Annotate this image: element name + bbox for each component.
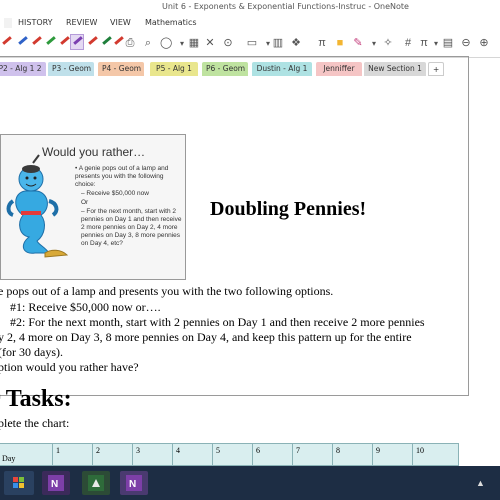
pen-red-icon[interactable] <box>60 36 70 45</box>
tasks-instruction: plete the chart: <box>0 416 70 430</box>
title-bar: Unit 6 - Exponents & Exponential Functio… <box>0 0 500 16</box>
pi-icon[interactable]: π <box>316 37 328 50</box>
onenote-icon: N <box>126 475 142 491</box>
pen-green-icon[interactable] <box>46 36 56 45</box>
genie-illustration <box>6 154 69 258</box>
table-cell[interactable]: 6 <box>252 443 293 466</box>
onenote-taskbar-icon[interactable]: N <box>42 471 70 495</box>
table-row-label: Day <box>0 443 53 466</box>
body-line: e pops out of a lamp and presents you wi… <box>0 284 334 298</box>
slide-bullets: • A genie pops out of a lamp and present… <box>75 165 183 249</box>
screen-clip-icon[interactable]: ▤ <box>442 37 454 50</box>
zoom-out-icon[interactable]: ⊖ <box>460 37 472 50</box>
pen-red-icon[interactable] <box>88 36 98 45</box>
windows-logo-icon <box>13 477 24 488</box>
svg-text:N: N <box>129 479 136 490</box>
onenote-taskbar-icon-active[interactable]: N <box>120 471 148 495</box>
highlighter-icon[interactable]: ■ <box>334 37 346 50</box>
table-cell[interactable]: 1 <box>52 443 93 466</box>
dropdown-chevron-icon[interactable]: ▾ <box>368 37 380 50</box>
slide-bullet: • A genie pops out of a lamp and present… <box>75 165 169 188</box>
slide-bullet: Or <box>81 199 89 206</box>
more-icon[interactable]: ✧ <box>382 37 394 50</box>
ribbon-menu: HISTORY REVIEW VIEW Mathematics <box>0 16 500 30</box>
table-cell[interactable]: 10 <box>412 443 459 466</box>
zoom-in-icon[interactable]: ⊕ <box>478 37 490 50</box>
screen-recorder-icon <box>88 475 104 491</box>
menu-mathematics[interactable]: Mathematics <box>145 18 197 27</box>
window-title: Unit 6 - Exponents & Exponential Functio… <box>162 2 409 11</box>
equation-icon[interactable]: π <box>418 37 430 50</box>
menu-history[interactable]: HISTORY <box>18 18 53 27</box>
page-heading: Doubling Pennies! <box>210 198 367 220</box>
table-cell[interactable]: 3 <box>132 443 173 466</box>
color-palette-icon[interactable]: ❖ <box>290 37 302 50</box>
body-line: (for 30 days). <box>0 345 63 359</box>
menu-review[interactable]: REVIEW <box>66 18 97 27</box>
table-cell[interactable]: 9 <box>372 443 413 466</box>
body-line: #2: For the next month, start with 2 pen… <box>10 315 425 329</box>
windows-taskbar: N N ▲ <box>0 466 500 500</box>
delete-icon[interactable]: ✕ <box>204 37 216 50</box>
table-cell[interactable]: 5 <box>212 443 253 466</box>
pen-red-icon[interactable] <box>2 36 12 45</box>
pen-red-icon[interactable] <box>114 36 124 45</box>
table-cell[interactable]: 8 <box>332 443 373 466</box>
print-icon[interactable]: ⎙ <box>124 37 136 50</box>
table-cell[interactable]: 7 <box>292 443 333 466</box>
pen-darkgreen-icon[interactable] <box>102 36 112 45</box>
table-cell[interactable]: 2 <box>92 443 133 466</box>
table-icon[interactable]: ▦ <box>188 37 200 50</box>
box-icon[interactable]: ▭ <box>246 37 258 50</box>
ruler-icon[interactable]: ▥ <box>272 37 284 50</box>
grid-icon[interactable]: # <box>402 37 414 50</box>
pen-blue-icon[interactable] <box>18 36 28 45</box>
app-taskbar-icon[interactable] <box>82 471 110 495</box>
marker-icon[interactable]: ✎ <box>352 37 364 50</box>
pen-red-icon[interactable] <box>32 36 42 45</box>
find-icon[interactable]: ⌕ <box>142 37 154 50</box>
body-line: #1: Receive $50,000 now or…. <box>10 300 161 314</box>
drawing-toolbar: ⎙ ⌕ ◯ ▾ ▦ ✕ ⊙ ▭ ▾ ▥ ❖ π ■ ✎ ▾ ✧ # π ▾ ▤ … <box>0 30 500 58</box>
table-row: Day 1 2 3 4 5 6 7 8 9 10 <box>0 443 459 466</box>
slide-image: Would you rather… • A genie pops out of … <box>0 134 186 280</box>
menu-view[interactable]: VIEW <box>110 18 131 27</box>
slide-bullet: – Receive $50,000 now <box>81 190 149 197</box>
table-cell[interactable]: 4 <box>172 443 213 466</box>
slide-bullet: – For the next month, start with 2 penni… <box>81 208 182 247</box>
body-line: ption would you rather have? <box>0 360 139 374</box>
body-line: y 2, 4 more on Day 3, 8 more pennies on … <box>0 330 412 344</box>
shapes-icon[interactable]: ◯ <box>160 37 172 50</box>
svg-text:N: N <box>51 479 58 490</box>
pennies-chart-table: Day 1 2 3 4 5 6 7 8 9 10 <box>0 443 459 466</box>
menu-overflow[interactable] <box>4 18 12 28</box>
start-button[interactable] <box>4 471 34 495</box>
tasks-heading: r Tasks: <box>0 386 72 412</box>
tray-arrow-icon[interactable]: ▲ <box>476 478 485 488</box>
dropdown-chevron-icon[interactable]: ▾ <box>430 37 442 50</box>
lasso-icon[interactable]: ⊙ <box>222 37 234 50</box>
dropdown-chevron-icon[interactable]: ▾ <box>176 37 188 50</box>
onenote-icon: N <box>48 475 64 491</box>
